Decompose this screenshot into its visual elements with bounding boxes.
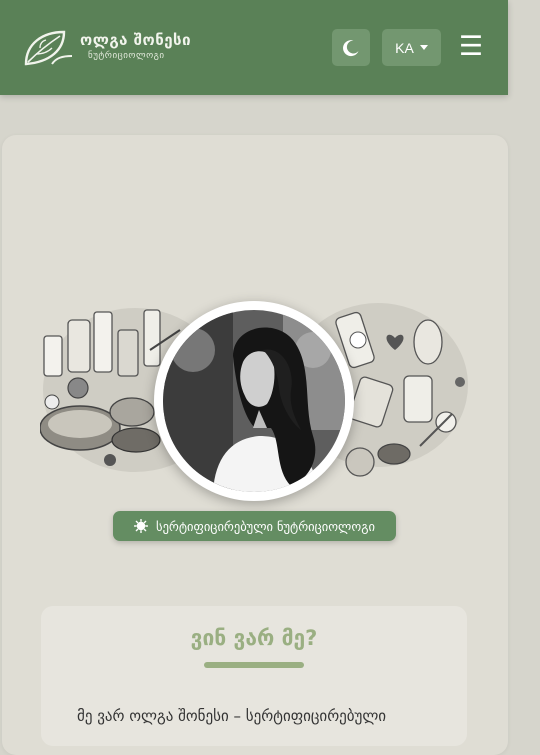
theme-toggle-button[interactable]: [332, 29, 370, 66]
title-underline: [204, 662, 304, 668]
profile-avatar: [154, 301, 354, 501]
site-logo[interactable]: ოლგა შონესი ნუტრიციოლოგი: [22, 28, 191, 68]
language-dropdown[interactable]: KA: [382, 29, 441, 66]
profile-photo: [163, 310, 345, 492]
sun-icon: [134, 519, 149, 533]
caret-down-icon: [419, 45, 428, 50]
badge-text: სერტიფიცირებული ნუტრიციოლოგი: [156, 518, 375, 534]
about-intro-text: მე ვარ ოლგა შონესი – სერტიფიცირებული: [77, 707, 387, 725]
about-section: ვინ ვარ მე? მე ვარ ოლგა შონესი – სერტიფი…: [41, 606, 467, 746]
moon-icon: [343, 39, 359, 56]
about-title: ვინ ვარ მე?: [190, 626, 318, 650]
site-header: ოლგა შონესი ნუტრიციოლოგი KA ☰: [0, 0, 508, 95]
language-label: KA: [395, 39, 414, 56]
hamburger-menu-button[interactable]: ☰: [455, 31, 487, 63]
logo-subtitle: ნუტრიციოლოგი: [88, 51, 165, 61]
logo-title: ოლგა შონესი: [80, 31, 192, 49]
leaf-icon: [24, 30, 73, 66]
certification-badge: სერტიფიცირებული ნუტრიციოლოგი: [113, 511, 396, 541]
